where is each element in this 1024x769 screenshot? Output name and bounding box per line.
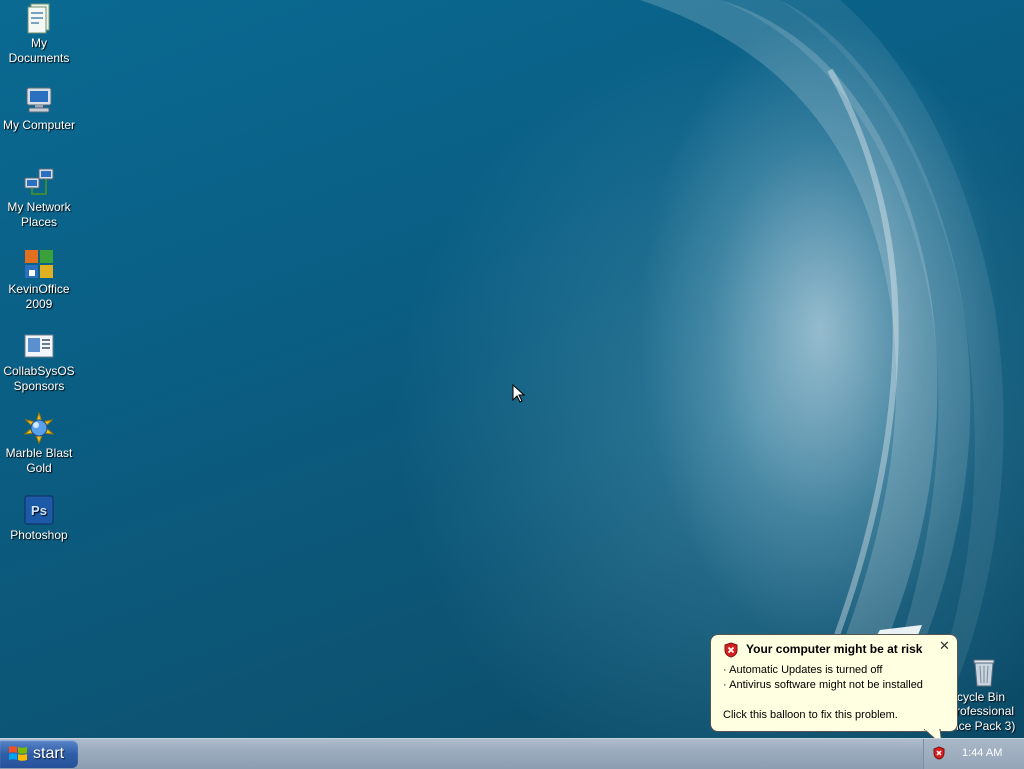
edition-line: rofessional bbox=[956, 704, 1015, 718]
sponsors-document-icon bbox=[24, 334, 54, 358]
desktop-icon-label: KevinOffice bbox=[8, 282, 70, 296]
desktop-icon-label: CollabSysOS bbox=[3, 364, 75, 378]
desktop-icon-label: Sponsors bbox=[13, 379, 65, 393]
desktop-icon-label: 2009 bbox=[25, 297, 53, 311]
wallpaper-swoosh bbox=[640, 0, 1004, 700]
balloon-title: Your computer might be at risk bbox=[746, 642, 923, 656]
desktop-icon-label: My bbox=[31, 36, 47, 50]
balloon-action-text: Click this balloon to fix this problem. bbox=[723, 709, 898, 721]
close-icon[interactable]: ✕ bbox=[939, 638, 950, 654]
security-alert-icon[interactable] bbox=[932, 746, 946, 760]
desktop-icon-label: Photoshop bbox=[10, 528, 68, 542]
office-suite-icon bbox=[25, 250, 53, 278]
desktop-icon-collabsysos-sponsors[interactable]: CollabSysOS Sponsors bbox=[0, 330, 78, 394]
desktop-icon-my-computer[interactable]: My Computer bbox=[0, 84, 78, 133]
clock[interactable]: 1:44 AM bbox=[962, 747, 1002, 759]
desktop-icon-photoshop[interactable]: Ps Photoshop bbox=[0, 494, 78, 543]
desktop-icon-my-network-places[interactable]: My Network Places bbox=[0, 166, 78, 230]
start-button-label: start bbox=[33, 745, 65, 762]
balloon-message-line: · Antivirus software might not be instal… bbox=[723, 679, 923, 691]
edition-line: ice Pack 3) bbox=[956, 719, 1016, 733]
desktop-icon-label: My Computer bbox=[2, 118, 76, 132]
photoshop-icon: Ps bbox=[24, 495, 54, 525]
windows-edition-watermark: rofessional ice Pack 3) bbox=[956, 704, 1015, 734]
desktop-icon-label: Documents bbox=[8, 51, 70, 65]
security-shield-icon bbox=[724, 642, 738, 658]
windows-logo-icon bbox=[9, 746, 27, 761]
desktop[interactable]: My Documents My Computer My Network Plac… bbox=[0, 0, 1024, 738]
security-notification-balloon[interactable]: Your computer might be at risk ✕ · Autom… bbox=[710, 634, 958, 732]
taskbar: start 1:44 AM bbox=[0, 738, 1024, 769]
balloon-message-line: · Automatic Updates is turned off bbox=[723, 664, 883, 676]
desktop-icon-kevinoffice-2009[interactable]: KevinOffice 2009 bbox=[0, 248, 78, 312]
desktop-icon-label: Places bbox=[20, 215, 58, 229]
desktop-icon-label: My Network bbox=[7, 200, 71, 214]
desktop-icon-label: Marble Blast bbox=[5, 446, 73, 460]
computer-icon bbox=[26, 87, 52, 113]
folder-documents-icon bbox=[27, 3, 50, 34]
photoshop-icon-text: Ps bbox=[31, 503, 47, 518]
network-places-icon bbox=[24, 168, 54, 195]
recycle-bin-icon bbox=[973, 659, 995, 687]
system-tray: 1:44 AM bbox=[923, 739, 1024, 769]
marble-blast-icon bbox=[23, 412, 55, 444]
mouse-cursor-icon bbox=[512, 384, 526, 403]
desktop-icon-marble-blast-gold[interactable]: Marble Blast Gold bbox=[0, 412, 78, 476]
desktop-icon-label: Gold bbox=[26, 461, 52, 475]
desktop-icon-my-documents[interactable]: My Documents bbox=[0, 2, 78, 66]
start-button[interactable]: start bbox=[0, 740, 78, 768]
